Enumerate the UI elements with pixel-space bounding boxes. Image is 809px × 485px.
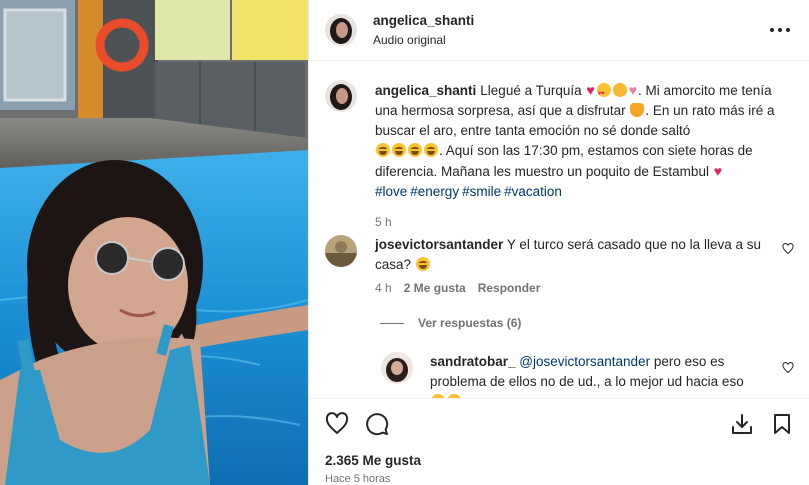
more-options-icon[interactable] bbox=[770, 20, 790, 40]
laughing-emoji-icon bbox=[376, 143, 390, 157]
pink-heart-emoji-icon: ♥ bbox=[628, 82, 638, 98]
caption-text-1: Llegué a Turquía bbox=[480, 83, 582, 98]
download-share-icon[interactable] bbox=[730, 412, 754, 436]
comment-likes[interactable]: 2 Me gusta bbox=[404, 281, 466, 295]
laughing-emoji-icon bbox=[392, 143, 406, 157]
post-actions-bar bbox=[309, 398, 809, 448]
reply-mention-link[interactable]: @josevictorsantander bbox=[519, 354, 650, 369]
caption-time[interactable]: 5 h bbox=[375, 212, 785, 232]
bookmark-icon[interactable] bbox=[770, 412, 794, 436]
hugging-face-emoji-icon bbox=[612, 83, 627, 97]
cat-face-emoji-icon bbox=[630, 103, 645, 117]
comment-body: josevictorsantander Y el turco será casa… bbox=[375, 235, 775, 275]
hashtag-link[interactable]: #vacation bbox=[504, 184, 562, 199]
comment-like-heart-icon[interactable] bbox=[782, 243, 794, 255]
comment-username[interactable]: josevictorsantander bbox=[375, 237, 503, 252]
view-replies-label: Ver respuestas (6) bbox=[418, 316, 522, 330]
post-time-ago[interactable]: Hace 5 horas bbox=[325, 473, 390, 485]
comment-bubble-icon[interactable] bbox=[365, 412, 389, 436]
post-detail-panel: angelica_shanti Audio original angelica_… bbox=[308, 0, 809, 485]
laughing-emoji-icon bbox=[408, 143, 422, 157]
commenter-avatar[interactable] bbox=[325, 235, 357, 267]
reply-like-heart-icon[interactable] bbox=[782, 362, 794, 374]
heart-icon[interactable] bbox=[325, 412, 349, 436]
laughing-emoji-icon bbox=[424, 143, 438, 157]
post-caption: angelica_shantiLlegué a Turquía ♥♥. Mi a… bbox=[375, 80, 785, 232]
hashtag-link[interactable]: #energy bbox=[410, 184, 459, 199]
hashtag-link[interactable]: #smile bbox=[462, 184, 501, 199]
reply-button[interactable]: Responder bbox=[478, 281, 541, 295]
laughing-emoji-icon bbox=[415, 257, 430, 271]
red-heart-emoji-icon: ♥ bbox=[586, 82, 595, 98]
reply-username[interactable]: sandratobar_ bbox=[430, 354, 516, 369]
heart-eyes-emoji-icon bbox=[596, 83, 611, 104]
replies-divider bbox=[380, 322, 404, 324]
red-heart-emoji-icon: ♥ bbox=[713, 163, 723, 179]
comment-time[interactable]: 4 h bbox=[375, 281, 392, 295]
hashtag-link[interactable]: #love bbox=[375, 184, 407, 199]
author-avatar[interactable] bbox=[325, 14, 357, 46]
audio-label[interactable]: Audio original bbox=[373, 33, 446, 47]
like-count[interactable]: 2.365 Me gusta bbox=[325, 453, 421, 468]
reply-avatar[interactable] bbox=[381, 352, 413, 384]
reply-body: sandratobar_ @josevictorsantander pero e… bbox=[430, 352, 770, 398]
author-username[interactable]: angelica_shanti bbox=[373, 13, 474, 28]
post-media[interactable] bbox=[0, 0, 308, 485]
view-replies-button[interactable]: Ver respuestas (6) bbox=[380, 316, 521, 330]
caption-avatar[interactable] bbox=[325, 80, 357, 112]
comments-list[interactable]: angelica_shantiLlegué a Turquía ♥♥. Mi a… bbox=[309, 62, 809, 398]
comment-meta: 4 h 2 Me gusta Responder bbox=[375, 281, 540, 295]
hashtag-list: #love #energy #smile #vacation bbox=[375, 182, 785, 202]
post-header: angelica_shanti Audio original bbox=[309, 0, 809, 61]
pool-photo bbox=[0, 0, 308, 485]
caption-username[interactable]: angelica_shanti bbox=[375, 83, 476, 98]
